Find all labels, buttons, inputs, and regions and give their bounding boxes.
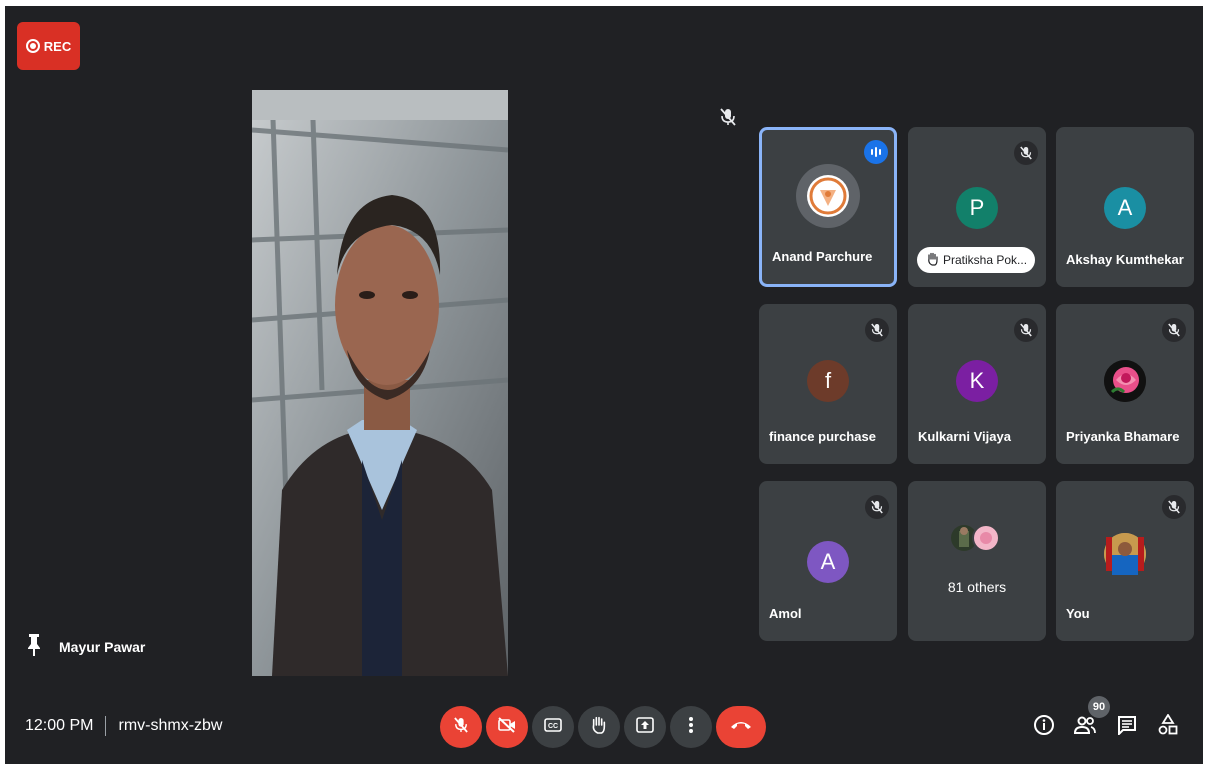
raise-hand-button[interactable]	[578, 706, 620, 748]
meeting-info: 12:00 PM rmv-shmx-zbw	[25, 716, 222, 736]
captions-icon: CC	[544, 717, 562, 737]
screen: REC Mayur Pawar Anand Parchure P Pratiks…	[0, 0, 1207, 767]
avatar: A	[1104, 187, 1146, 229]
captions-button[interactable]: CC	[532, 706, 574, 748]
mic-off-icon	[454, 716, 468, 739]
avatar: P	[956, 187, 998, 229]
mic-off-icon	[865, 318, 889, 342]
others-tile[interactable]: 81 others	[908, 481, 1046, 641]
participant-name: Pratiksha Pok...	[943, 253, 1028, 267]
activities-button[interactable]	[1153, 712, 1183, 742]
mic-off-icon	[1014, 318, 1038, 342]
microphone-toggle-button[interactable]	[440, 706, 482, 748]
svg-text:CC: CC	[548, 723, 558, 730]
avatar: K	[956, 360, 998, 402]
avatar-photo	[1104, 533, 1146, 575]
participant-name: Anand Parchure	[772, 249, 873, 264]
main-speaker-label: Mayur Pawar	[27, 634, 145, 659]
info-icon	[1033, 714, 1055, 741]
mic-off-icon	[720, 108, 736, 131]
mic-off-icon	[1162, 318, 1186, 342]
avatar-photo-rose	[1104, 360, 1146, 402]
main-video-feed[interactable]	[252, 90, 508, 676]
more-options-icon	[688, 716, 694, 739]
divider	[105, 716, 107, 736]
participant-tile[interactable]: f finance purchase	[759, 304, 897, 464]
speaking-indicator-icon	[864, 140, 888, 164]
avatar: f	[807, 360, 849, 402]
pin-icon[interactable]	[27, 634, 41, 659]
recording-label: REC	[43, 38, 72, 54]
speaker-video-image	[252, 90, 508, 676]
current-time: 12:00 PM	[25, 717, 94, 734]
activities-icon	[1158, 712, 1178, 741]
participant-name: finance purchase	[769, 429, 876, 444]
group-avatars	[950, 523, 1006, 558]
more-options-button[interactable]	[670, 706, 712, 748]
participant-tile[interactable]: A Amol	[759, 481, 897, 641]
participant-name: Akshay Kumthekar	[1066, 252, 1184, 267]
participant-name: Amol	[769, 606, 802, 621]
leave-call-button[interactable]	[716, 706, 766, 748]
meeting-code: rmv-shmx-zbw	[118, 717, 223, 734]
participant-tile[interactable]: Anand Parchure	[759, 127, 897, 287]
main-speaker-name: Mayur Pawar	[59, 638, 146, 655]
camera-toggle-button[interactable]	[486, 706, 528, 748]
present-icon	[636, 716, 654, 738]
mic-off-icon	[1162, 495, 1186, 519]
others-count: 81 others	[947, 579, 1007, 595]
participant-tile[interactable]: K Kulkarni Vijaya	[908, 304, 1046, 464]
record-icon	[25, 39, 40, 53]
meet-window: REC Mayur Pawar Anand Parchure P Pratiks…	[5, 6, 1203, 764]
recording-indicator[interactable]: REC	[17, 22, 80, 70]
self-tile[interactable]: You	[1056, 481, 1194, 641]
participant-tile[interactable]: A Akshay Kumthekar	[1056, 127, 1194, 287]
present-screen-button[interactable]	[624, 706, 666, 748]
chat-button[interactable]	[1112, 712, 1142, 742]
avatar	[796, 164, 860, 228]
leave-call-icon	[729, 718, 753, 736]
raise-hand-icon	[591, 715, 607, 740]
participant-name: You	[1066, 606, 1090, 621]
mic-off-icon	[865, 495, 889, 519]
participant-name: Priyanka Bhamare	[1066, 429, 1180, 444]
participant-tile[interactable]: P Pratiksha Pok...	[908, 127, 1046, 287]
raised-hand-chip: Pratiksha Pok...	[917, 247, 1035, 273]
participant-tile[interactable]: Priyanka Bhamare	[1056, 304, 1194, 464]
mic-off-icon	[1014, 141, 1038, 165]
people-icon	[1073, 715, 1097, 740]
people-button[interactable]	[1070, 712, 1100, 742]
raise-hand-icon	[927, 252, 939, 269]
chat-icon	[1117, 715, 1137, 740]
camera-off-icon	[498, 716, 516, 738]
participant-name: Kulkarni Vijaya	[918, 429, 1011, 444]
meeting-details-button[interactable]	[1029, 712, 1059, 742]
avatar: A	[807, 541, 849, 583]
company-logo-icon	[807, 175, 849, 217]
